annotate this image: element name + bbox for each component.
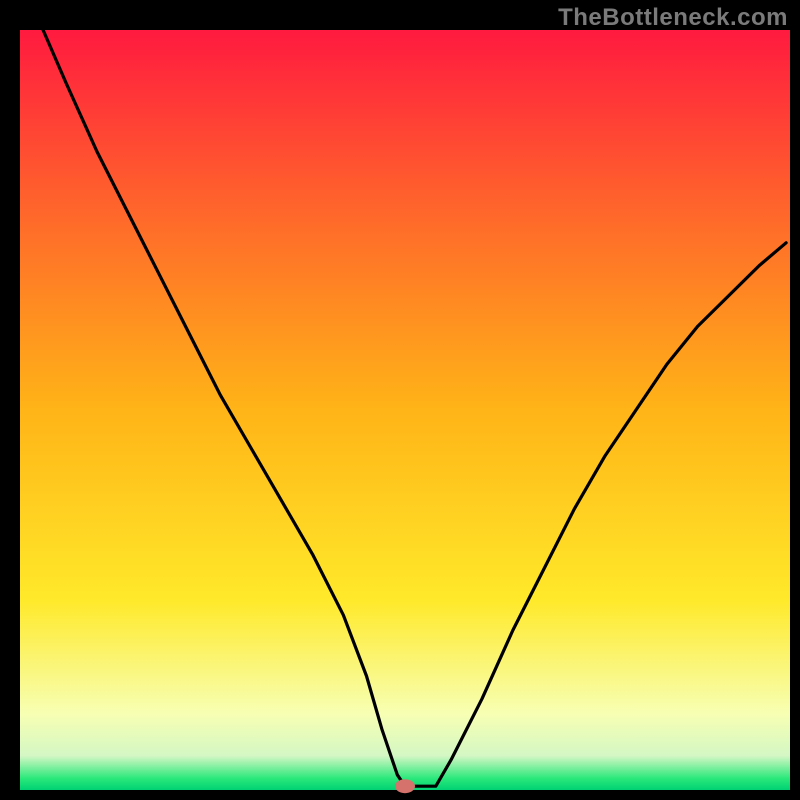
chart-frame: TheBottleneck.com <box>0 0 800 800</box>
optimal-point-marker <box>395 779 415 793</box>
watermark-label: TheBottleneck.com <box>558 4 788 32</box>
plot-area <box>20 30 790 790</box>
bottleneck-chart <box>0 0 800 800</box>
